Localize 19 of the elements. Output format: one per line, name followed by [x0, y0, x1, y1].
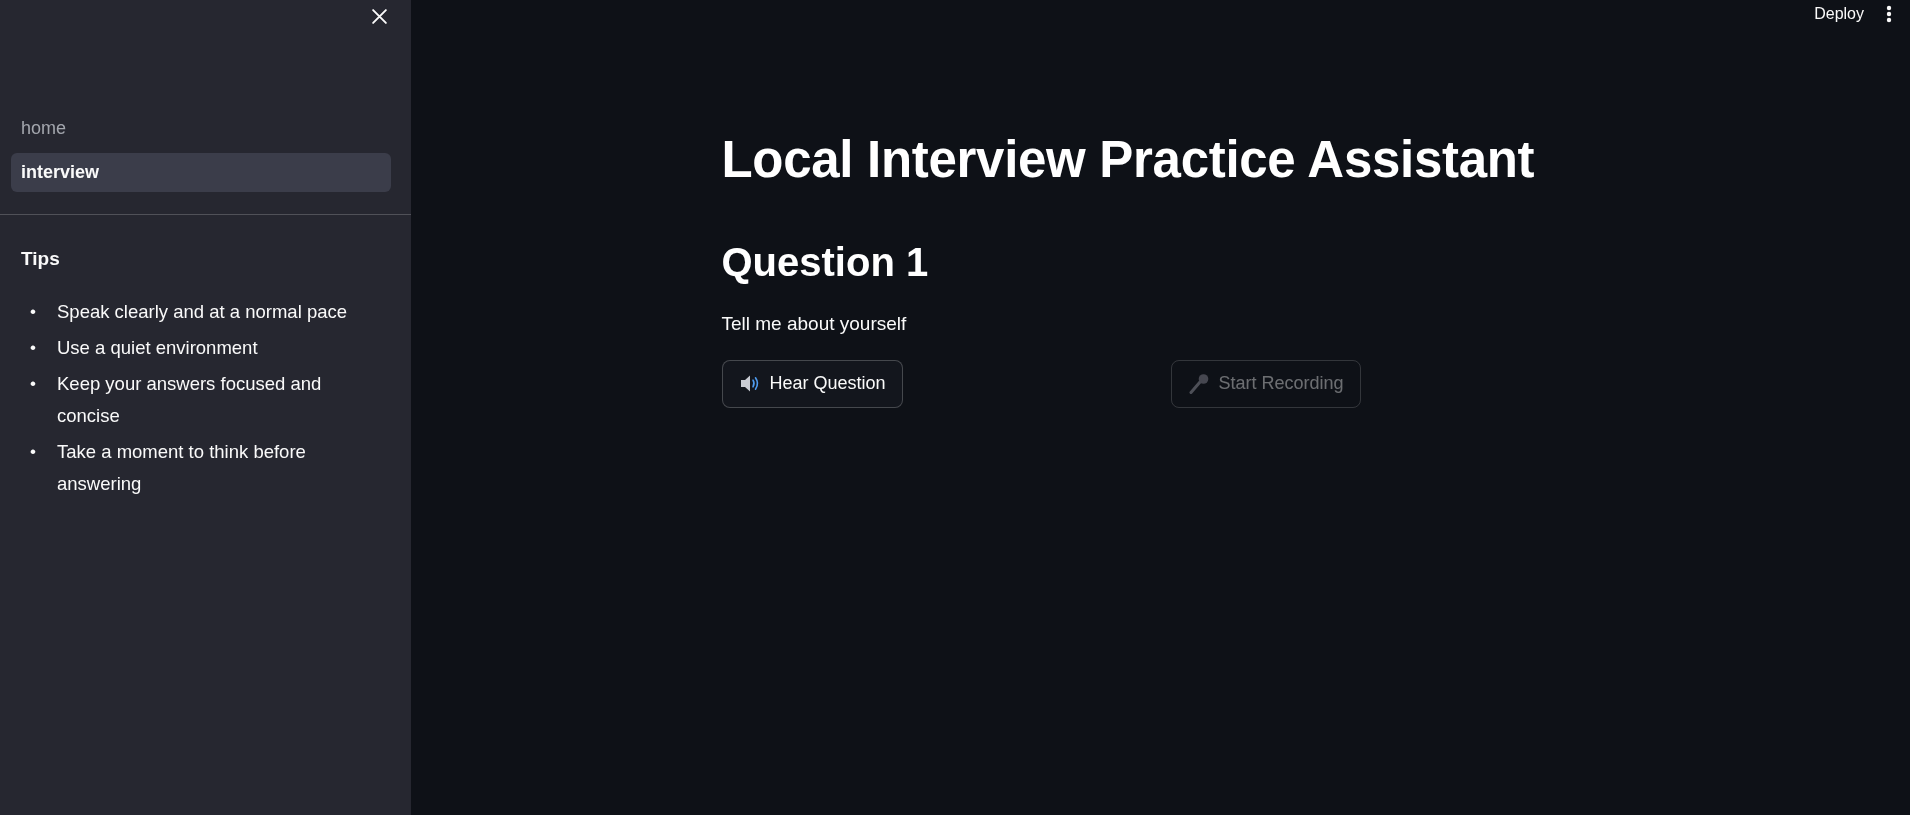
microphone-icon — [1188, 373, 1210, 395]
hear-question-button[interactable]: Hear Question — [721, 359, 903, 408]
sidebar-nav-item[interactable]: home — [11, 109, 391, 148]
tip-item: Take a moment to think before answering — [57, 439, 307, 496]
sidebar-nav-item[interactable]: interview — [11, 153, 391, 192]
tips-heading: Tips — [21, 247, 61, 271]
bullet-marker: • — [30, 336, 37, 359]
bullet-marker: • — [30, 440, 37, 463]
question-text: Tell me about yourself — [721, 311, 908, 336]
tip-item: Speak clearly and at a normal pace — [57, 299, 348, 324]
close-icon — [371, 8, 388, 25]
page-title: Local Interview Practice Assistant — [721, 130, 1536, 190]
bullet-marker: • — [30, 372, 37, 395]
tip-item: Keep your answers focused and concise — [57, 371, 323, 428]
bullet-marker: • — [30, 300, 37, 323]
tip-item: Use a quiet environment — [57, 335, 259, 360]
deploy-button[interactable]: Deploy — [1814, 2, 1864, 26]
question-heading: Question 1 — [721, 238, 930, 286]
more-icon — [1886, 5, 1892, 23]
